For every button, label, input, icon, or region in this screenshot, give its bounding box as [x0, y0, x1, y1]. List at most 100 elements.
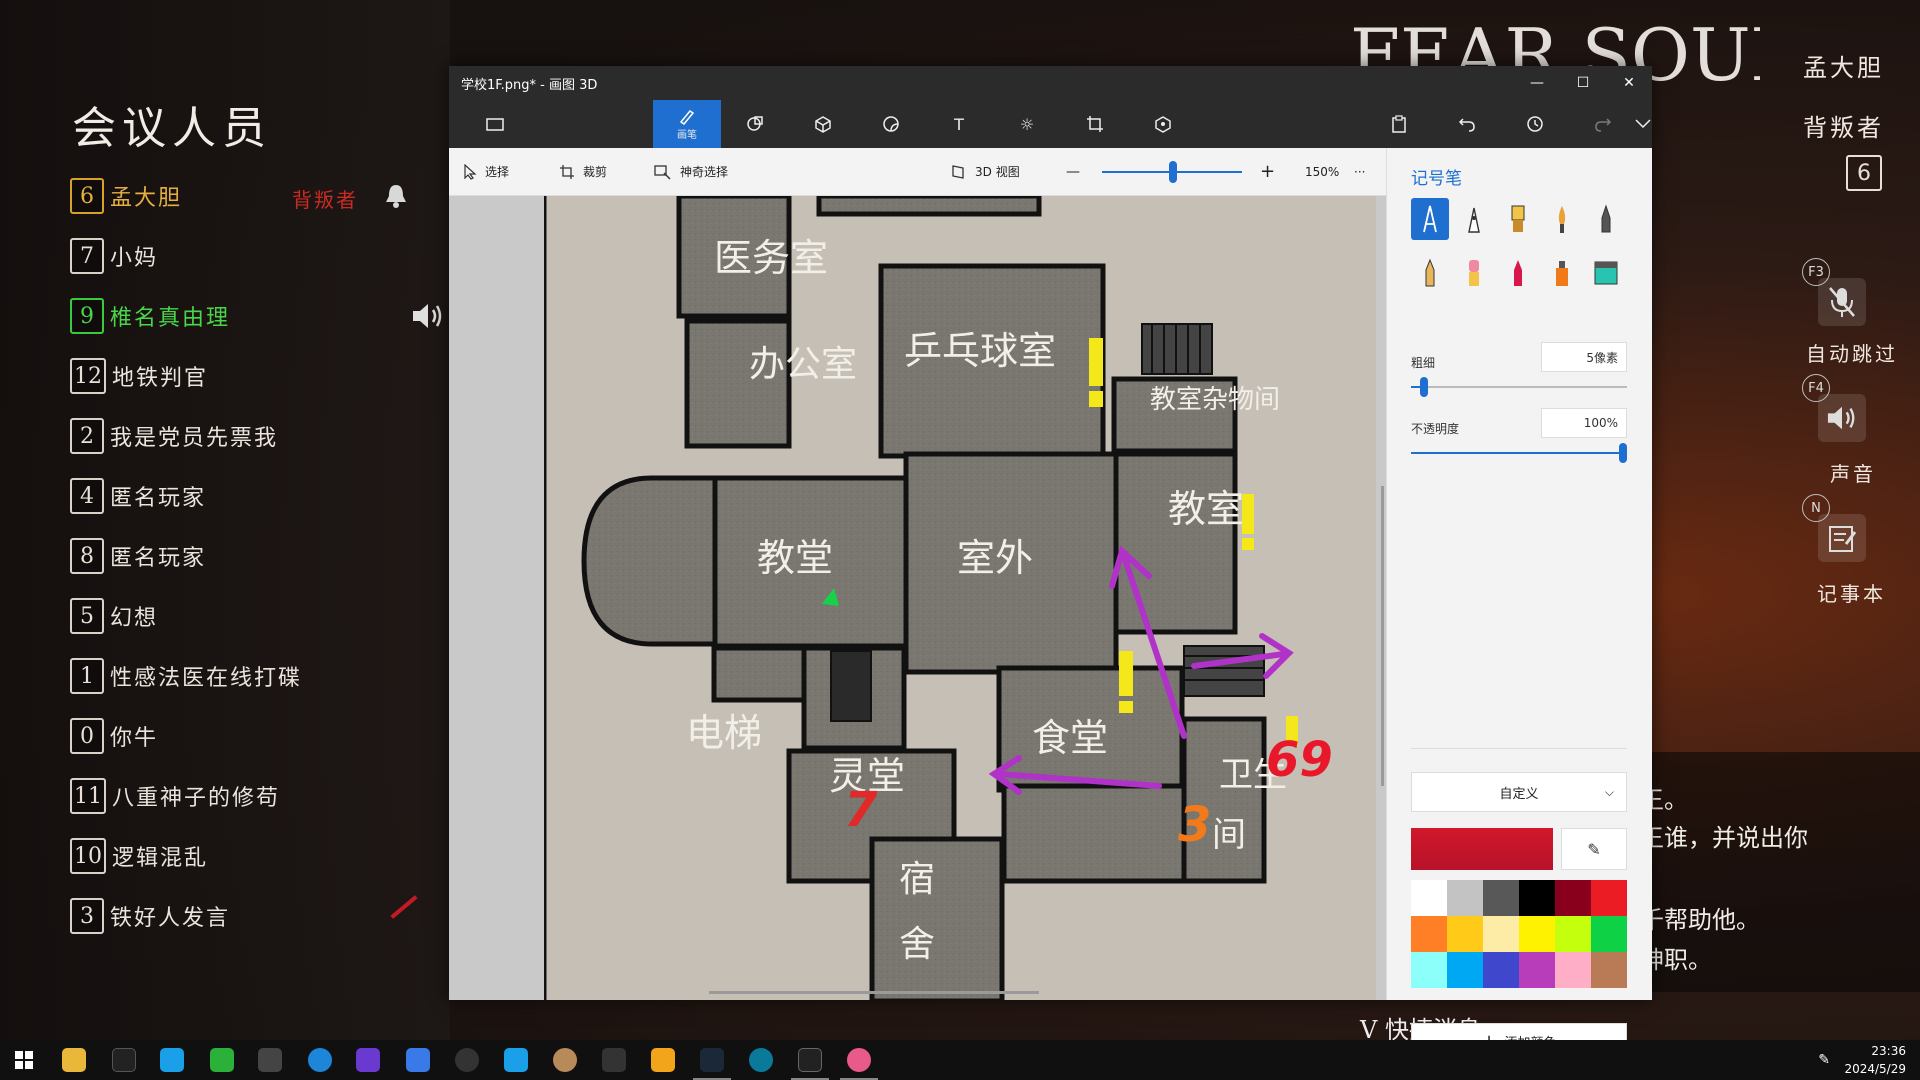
player-row[interactable]: 0 你牛	[70, 716, 158, 756]
steam-icon[interactable]	[700, 1048, 724, 1072]
opacity-slider[interactable]	[1411, 443, 1627, 463]
bell-icon[interactable]	[383, 182, 409, 210]
opacity-slider-thumb[interactable]	[1619, 443, 1627, 463]
app-icon[interactable]	[258, 1048, 282, 1072]
app-icon[interactable]	[455, 1048, 479, 1072]
expand-button[interactable]	[1609, 100, 1677, 148]
minimize-button[interactable]: —	[1514, 66, 1560, 100]
thickness-slider-thumb[interactable]	[1419, 377, 1428, 397]
zoom-slider-thumb[interactable]	[1169, 161, 1177, 183]
mic-muted-icon[interactable]	[1818, 278, 1866, 326]
maximize-button[interactable]: ☐	[1560, 66, 1606, 100]
color-swatch[interactable]	[1555, 916, 1591, 952]
color-swatch[interactable]	[1411, 916, 1447, 952]
tool-2d-shapes[interactable]	[721, 100, 789, 148]
crayon-brush[interactable]	[1499, 252, 1537, 294]
marker-brush[interactable]	[1411, 198, 1449, 240]
player-row[interactable]: 8 匿名玩家	[70, 536, 206, 576]
undo-button[interactable]	[1433, 100, 1501, 148]
xbox-icon[interactable]	[210, 1048, 234, 1072]
tool-text[interactable]: T	[925, 100, 993, 148]
qq-icon[interactable]	[112, 1048, 136, 1072]
eraser-brush[interactable]	[1455, 252, 1493, 294]
paint3d-icon[interactable]	[847, 1048, 871, 1072]
school-map-image[interactable]: 医务室 办公室 乒乓球室 教室杂物间 教室 教堂 室外 电梯 灵堂 食堂 卫生 …	[536, 196, 1376, 1000]
spray-can-brush[interactable]	[1543, 252, 1581, 294]
app-icon[interactable]	[356, 1048, 380, 1072]
eyedropper-button[interactable]: ✎	[1561, 828, 1627, 870]
color-swatch[interactable]	[1591, 880, 1627, 916]
player-row[interactable]: 11 八重神子的修苟	[70, 776, 280, 816]
player-row[interactable]: 4 匿名玩家	[70, 476, 206, 516]
thickness-slider[interactable]	[1411, 377, 1627, 397]
vertical-scrollbar[interactable]	[1381, 486, 1384, 786]
color-swatch[interactable]	[1591, 952, 1627, 988]
color-swatch[interactable]	[1483, 952, 1519, 988]
color-swatch[interactable]	[1519, 880, 1555, 916]
player-row[interactable]: 2 我是党员先票我	[70, 416, 278, 456]
notepad-icon[interactable]	[1818, 514, 1866, 562]
pencil-brush[interactable]	[1411, 252, 1449, 294]
current-color-swatch[interactable]	[1411, 828, 1553, 870]
player-row[interactable]: 12 地铁判官	[70, 356, 208, 396]
search-app-icon[interactable]	[160, 1048, 184, 1072]
select-button[interactable]: 选择	[463, 163, 509, 180]
tool-canvas[interactable]	[1061, 100, 1129, 148]
windows-start-icon[interactable]	[12, 1048, 36, 1072]
app-icon[interactable]	[602, 1048, 626, 1072]
color-swatch[interactable]	[1411, 880, 1447, 916]
zoom-level[interactable]: 150%	[1305, 165, 1339, 179]
player-row[interactable]: 5 幻想	[70, 596, 158, 636]
thickness-value-input[interactable]: 5像素	[1541, 342, 1627, 372]
color-swatch[interactable]	[1411, 952, 1447, 988]
color-swatch[interactable]	[1447, 952, 1483, 988]
app-icon[interactable]	[651, 1048, 675, 1072]
color-swatch[interactable]	[1447, 916, 1483, 952]
paste-button[interactable]	[1365, 100, 1433, 148]
color-swatch[interactable]	[1483, 916, 1519, 952]
color-mode-dropdown[interactable]: 自定义 ⌵	[1411, 772, 1627, 812]
color-swatch[interactable]	[1591, 916, 1627, 952]
tool-brushes[interactable]: 画笔	[653, 100, 721, 148]
color-swatch[interactable]	[1519, 952, 1555, 988]
history-button[interactable]	[1501, 100, 1569, 148]
3d-view-button[interactable]: 3D 视图	[951, 163, 1020, 180]
player-row[interactable]: 9 椎名真由理	[70, 296, 230, 336]
tool-effects[interactable]: ☼	[993, 100, 1061, 148]
close-button[interactable]: ✕	[1606, 66, 1652, 100]
pen-tray-icon[interactable]: ✎	[1818, 1052, 1830, 1068]
calligraphy-pen-brush[interactable]	[1455, 198, 1493, 240]
zoom-out-button[interactable]: —	[1066, 164, 1080, 180]
player-row[interactable]: 3 铁好人发言	[70, 896, 230, 936]
color-swatch[interactable]	[1447, 880, 1483, 916]
magic-select-button[interactable]: 神奇选择	[654, 163, 728, 180]
fill-brush[interactable]	[1587, 252, 1625, 294]
app-icon[interactable]	[406, 1048, 430, 1072]
sound-icon[interactable]	[1818, 394, 1866, 442]
search-app-icon[interactable]	[504, 1048, 528, 1072]
color-swatch[interactable]	[1555, 952, 1591, 988]
player-row[interactable]: 1 性感法医在线打碟	[70, 656, 302, 696]
player-row[interactable]: 7 小妈	[70, 236, 158, 276]
pixel-pen-brush[interactable]	[1587, 198, 1625, 240]
game-icon[interactable]	[798, 1048, 822, 1072]
zoom-in-button[interactable]: +	[1260, 161, 1275, 182]
color-swatch[interactable]	[1555, 880, 1591, 916]
file-explorer-icon[interactable]	[62, 1048, 86, 1072]
tool-3d-library[interactable]	[1129, 100, 1197, 148]
color-swatch[interactable]	[1483, 880, 1519, 916]
tool-stickers[interactable]	[857, 100, 925, 148]
watercolor-brush[interactable]	[1543, 198, 1581, 240]
player-row[interactable]: 10 逻辑混乱	[70, 836, 208, 876]
horizontal-scrollbar[interactable]	[709, 991, 1039, 994]
canvas-area[interactable]: 医务室 办公室 乒乓球室 教室杂物间 教室 教堂 室外 电梯 灵堂 食堂 卫生 …	[449, 196, 1386, 1000]
menu-button[interactable]	[461, 100, 529, 148]
tool-3d-shapes[interactable]	[789, 100, 857, 148]
app-icon[interactable]	[749, 1048, 773, 1072]
opacity-value-input[interactable]: 100%	[1541, 408, 1627, 438]
system-clock[interactable]: 23:36 2024/5/29	[1844, 1042, 1906, 1078]
oil-brush[interactable]	[1499, 198, 1537, 240]
player-row[interactable]: 6 孟大胆	[70, 176, 182, 216]
app-icon[interactable]	[553, 1048, 577, 1072]
edge-icon[interactable]	[308, 1048, 332, 1072]
